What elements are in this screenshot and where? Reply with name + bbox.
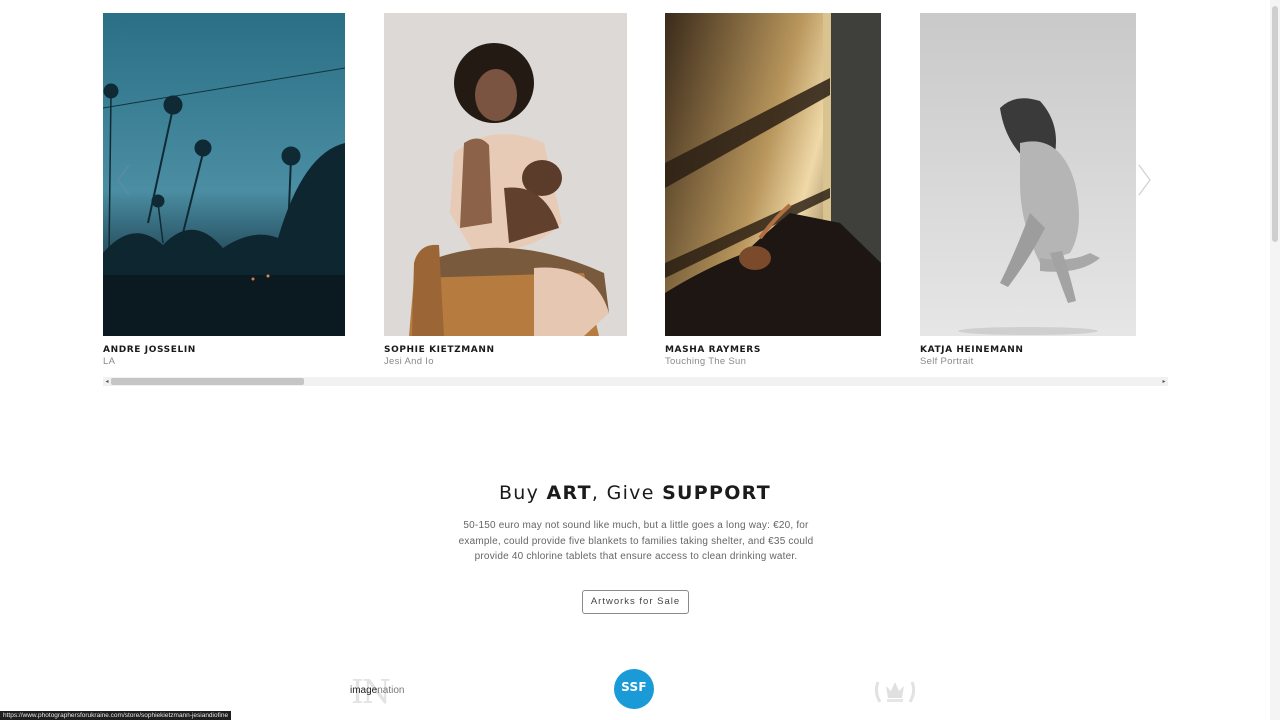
ssf-logo[interactable]: SSF <box>614 669 654 709</box>
artist-name[interactable]: SOPHIE KIETZMANN <box>384 345 627 355</box>
chevron-right-icon <box>1138 164 1151 196</box>
carousel-prev-button[interactable] <box>114 163 134 197</box>
gallery-scrollbar-thumb[interactable] <box>111 378 304 385</box>
artwork-photo[interactable] <box>920 13 1136 336</box>
support-heading: Buy ART, Give SUPPORT <box>0 482 1270 504</box>
artwork-photo[interactable] <box>384 13 627 336</box>
heading-word: Buy <box>498 482 540 504</box>
artwork-card[interactable]: ANDRE JOSSELIN LA <box>103 13 345 367</box>
imagenation-wordmark: imagenation <box>350 685 405 696</box>
artwork-card[interactable]: MASHA RAYMERS Touching The Sun <box>665 13 881 367</box>
artwork-title[interactable]: Self Portrait <box>920 356 1136 367</box>
scroll-left-icon[interactable]: ◂ <box>103 377 111 386</box>
chevron-left-icon <box>117 164 130 196</box>
artwork-card[interactable]: KATJA HEINEMANN Self Portrait <box>920 13 1136 367</box>
imagenation-wordmark-bold: image <box>350 685 378 696</box>
crest-icon <box>874 681 916 703</box>
status-url: https://www.photographersforukraine.com/… <box>0 711 232 720</box>
artworks-for-sale-button[interactable]: Artworks for Sale <box>582 590 689 614</box>
heading-word: , Give <box>591 482 655 504</box>
gallery-scrollbar[interactable]: ◂ ▸ <box>103 377 1168 386</box>
artist-name[interactable]: KATJA HEINEMANN <box>920 345 1136 355</box>
heading-word-bold: SUPPORT <box>662 482 772 504</box>
carousel-next-button[interactable] <box>1134 163 1154 197</box>
page-scrollbar[interactable] <box>1270 0 1280 720</box>
crest-logo[interactable] <box>872 676 918 708</box>
artwork-gallery: ANDRE JOSSELIN LA SOPHIE KIETZMANN Jesi … <box>0 0 1270 400</box>
artwork-title[interactable]: Touching The Sun <box>665 356 881 367</box>
imagenation-logo[interactable]: IN imagenation <box>340 672 410 712</box>
heading-word-bold: ART <box>546 482 592 504</box>
scroll-right-icon[interactable]: ▸ <box>1160 377 1168 386</box>
artwork-photo[interactable] <box>103 13 345 336</box>
artwork-title[interactable]: Jesi And Io <box>384 356 627 367</box>
support-description: 50-150 euro may not sound like much, but… <box>458 520 814 562</box>
ssf-label: SSF <box>621 680 647 694</box>
artwork-title[interactable]: LA <box>103 356 345 367</box>
page-scrollbar-thumb[interactable] <box>1272 6 1278 242</box>
artwork-card[interactable]: SOPHIE KIETZMANN Jesi And Io <box>384 13 627 367</box>
artwork-photo[interactable] <box>665 13 881 336</box>
artist-name[interactable]: MASHA RAYMERS <box>665 345 881 355</box>
artist-name[interactable]: ANDRE JOSSELIN <box>103 345 345 355</box>
imagenation-wordmark-light: nation <box>377 685 405 696</box>
